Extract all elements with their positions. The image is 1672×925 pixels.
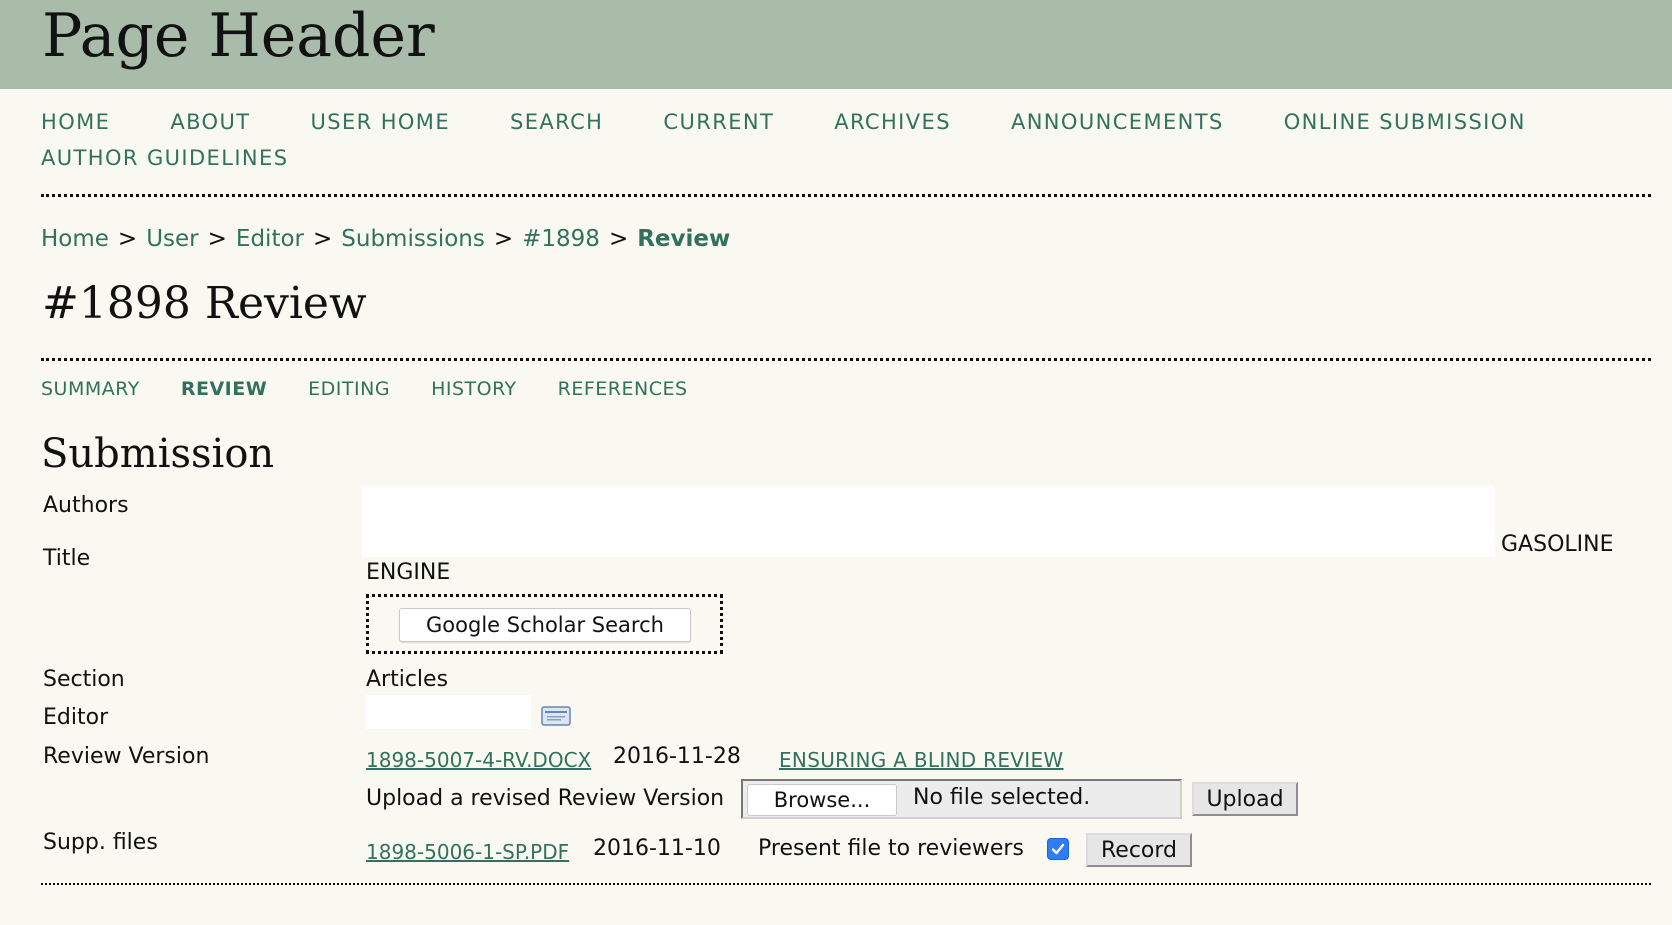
label-section: Section	[43, 667, 125, 692]
label-title: Title	[43, 546, 91, 571]
blind-review-link[interactable]: ENSURING A BLIND REVIEW	[779, 748, 1064, 772]
label-editor: Editor	[43, 705, 109, 730]
google-scholar-search-button[interactable]: Google Scholar Search	[399, 608, 691, 642]
nav-home[interactable]: HOME	[41, 110, 110, 134]
tab-history[interactable]: HISTORY	[431, 378, 517, 400]
record-button[interactable]: Record	[1086, 833, 1192, 867]
tab-references[interactable]: REFERENCES	[558, 378, 688, 400]
review-file-link[interactable]: 1898-5007-4-RV.DOCX	[366, 748, 591, 772]
no-file-selected-text: No file selected.	[913, 785, 1091, 810]
breadcrumb: Home > User > Editor > Submissions > #1898 > Revie…	[41, 226, 730, 252]
breadcrumb-separator: >	[207, 226, 227, 252]
upload-revised-label: Upload a revised Review Version	[366, 786, 725, 811]
review-file-input[interactable]: Browse... No file selected.	[741, 779, 1182, 819]
section-heading-submission: Submission	[41, 431, 275, 477]
page-title: #1898 Review	[42, 278, 367, 329]
breadcrumb-submission-id[interactable]: #1898	[522, 226, 600, 252]
title-line-2: ENGINE	[366, 560, 451, 585]
main-nav: HOME ABOUT USER HOME SEARCH CURRENT ARCH…	[41, 110, 1621, 170]
page-header: Page Header	[0, 0, 1672, 89]
breadcrumb-home[interactable]: Home	[41, 226, 109, 252]
nav-current[interactable]: CURRENT	[663, 110, 774, 134]
email-icon[interactable]	[541, 706, 571, 726]
breadcrumb-separator: >	[608, 226, 629, 252]
breadcrumb-separator: >	[493, 226, 514, 252]
breadcrumb-separator: >	[117, 226, 138, 252]
nav-online-submission[interactable]: ONLINE SUBMISSION	[1284, 110, 1526, 134]
breadcrumb-editor[interactable]: Editor	[236, 226, 304, 252]
tab-summary[interactable]: SUMMARY	[41, 378, 140, 400]
tab-editing[interactable]: EDITING	[308, 378, 390, 400]
section-value: Articles	[366, 667, 449, 692]
nav-search[interactable]: SEARCH	[510, 110, 603, 134]
nav-divider	[41, 194, 1651, 197]
redacted-editor-name	[366, 695, 531, 729]
label-supp-files: Supp. files	[43, 830, 158, 855]
nav-announcements[interactable]: ANNOUNCEMENTS	[1011, 110, 1224, 134]
title-divider	[41, 358, 1651, 361]
redacted-authors-title	[362, 486, 1495, 557]
tab-review[interactable]: REVIEW	[181, 378, 267, 400]
checkmark-icon	[1051, 843, 1065, 855]
bottom-divider	[41, 883, 1651, 885]
submission-tabs: SUMMARY REVIEW EDITING HISTORY REFERENCE…	[41, 378, 688, 400]
present-to-reviewers-label: Present file to reviewers	[758, 836, 1024, 861]
browse-button[interactable]: Browse...	[747, 784, 897, 816]
label-authors: Authors	[43, 493, 129, 518]
supp-file-link[interactable]: 1898-5006-1-SP.PDF	[366, 840, 569, 864]
present-to-reviewers-checkbox[interactable]	[1047, 838, 1069, 860]
breadcrumb-submissions[interactable]: Submissions	[341, 226, 485, 252]
nav-about[interactable]: ABOUT	[170, 110, 250, 134]
title-tail: GASOLINE	[1501, 532, 1614, 557]
nav-user-home[interactable]: USER HOME	[310, 110, 450, 134]
label-review-version: Review Version	[43, 744, 210, 769]
nav-author-guidelines[interactable]: AUTHOR GUIDELINES	[41, 146, 288, 170]
supp-file-date: 2016-11-10	[593, 836, 721, 861]
upload-button[interactable]: Upload	[1192, 782, 1298, 816]
review-file-date: 2016-11-28	[613, 744, 741, 769]
breadcrumb-user[interactable]: User	[146, 226, 198, 252]
breadcrumb-separator: >	[313, 226, 333, 252]
scholar-focus-box: Google Scholar Search	[366, 594, 723, 654]
nav-archives[interactable]: ARCHIVES	[834, 110, 951, 134]
page-header-title: Page Header	[42, 1, 435, 71]
breadcrumb-current[interactable]: Review	[637, 226, 730, 252]
